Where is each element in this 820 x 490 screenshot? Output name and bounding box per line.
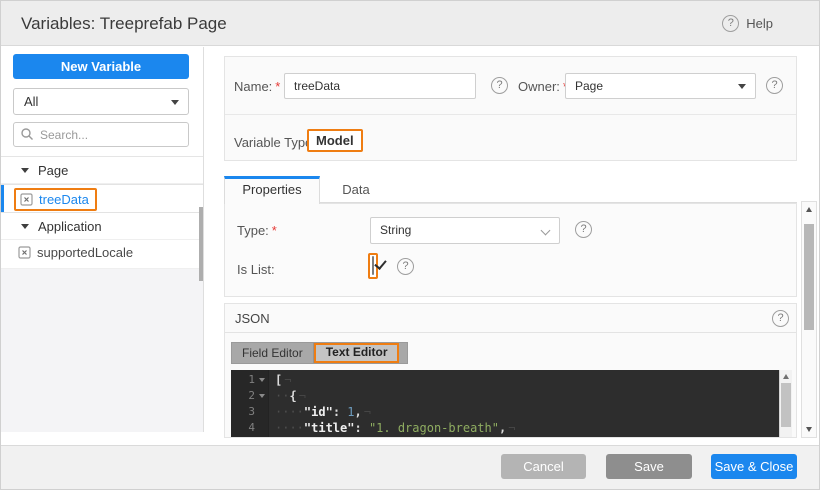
tree-group-label: Application xyxy=(38,213,102,240)
form-divider xyxy=(225,114,796,115)
variable-filter-value: All xyxy=(24,94,38,109)
variables-dialog: Variables: Treeprefab Page Help New Vari… xyxy=(0,0,820,490)
fold-arrow-icon[interactable] xyxy=(259,378,265,382)
variable-type-label: Variable Type: xyxy=(234,135,316,150)
collapse-triangle-icon xyxy=(21,168,29,173)
is-list-checkbox[interactable] xyxy=(368,253,378,279)
type-dropdown[interactable]: String xyxy=(370,217,560,244)
fold-arrow-icon[interactable] xyxy=(259,394,265,398)
dialog-header: Variables: Treeprefab Page Help xyxy=(1,1,820,46)
search-icon xyxy=(20,127,34,141)
line-number: 4 xyxy=(231,420,255,436)
new-variable-button[interactable]: New Variable xyxy=(13,54,189,79)
required-marker: * xyxy=(272,79,280,94)
type-label: Type:* xyxy=(237,223,277,238)
chevron-down-icon xyxy=(171,100,179,105)
owner-dropdown[interactable]: Page xyxy=(565,73,756,99)
is-list-help-icon[interactable] xyxy=(397,258,414,275)
variable-icon xyxy=(18,246,31,259)
save-and-close-button[interactable]: Save & Close xyxy=(711,454,797,479)
code-line: 1 [ xyxy=(231,372,792,388)
variable-form: Name:* Owner:* Page Variable Type: Model xyxy=(224,56,797,161)
dialog-footer: Cancel Save Save & Close xyxy=(1,445,820,490)
tree-group-application[interactable]: Application xyxy=(1,213,203,240)
tab-properties[interactable]: Properties xyxy=(224,176,320,204)
name-label: Name:* xyxy=(234,79,280,94)
variable-icon xyxy=(20,193,33,206)
variables-sidebar: New Variable All Page xyxy=(1,47,204,432)
cancel-button[interactable]: Cancel xyxy=(501,454,586,479)
tab-data[interactable]: Data xyxy=(320,176,392,203)
editor-scrollbar[interactable] xyxy=(779,370,792,438)
properties-panel: Type:* String Is List: xyxy=(224,203,797,297)
search-input[interactable] xyxy=(13,122,189,147)
json-help-icon[interactable] xyxy=(772,310,789,327)
code-line: 2 ··{ xyxy=(231,388,792,404)
variable-filter-dropdown[interactable]: All xyxy=(13,88,189,115)
checkbox-check-icon xyxy=(372,256,374,275)
is-list-label: Is List: xyxy=(237,262,275,277)
code-line: 4 ····"title": "1. dragon-breath", xyxy=(231,420,792,436)
tree-item-supportedlocale[interactable]: supportedLocale xyxy=(1,240,203,269)
type-value: String xyxy=(380,223,411,237)
chevron-down-icon xyxy=(738,84,746,89)
scroll-up-icon[interactable] xyxy=(783,374,789,379)
json-title: JSON xyxy=(235,304,270,333)
line-number: 1 xyxy=(231,372,255,388)
tree-group-label: Page xyxy=(38,157,68,184)
tree-item-label: supportedLocale xyxy=(37,245,133,260)
tree-group-page[interactable]: Page xyxy=(1,157,203,184)
help-icon xyxy=(722,15,739,32)
help-label: Help xyxy=(746,16,773,31)
sidebar-empty-area xyxy=(1,269,203,432)
required-marker: * xyxy=(269,223,277,238)
search-box xyxy=(13,122,189,147)
editor-scrollbar-thumb[interactable] xyxy=(781,383,791,427)
save-button[interactable]: Save xyxy=(606,454,692,479)
variables-tree: Page treeData Application xyxy=(1,156,203,269)
chevron-down-icon xyxy=(541,226,551,236)
collapse-triangle-icon xyxy=(21,224,29,229)
detail-tabs: Properties Data xyxy=(224,176,797,203)
editor-mode-toggle: Field Editor Text Editor xyxy=(231,342,408,364)
owner-label: Owner:* xyxy=(518,79,568,94)
text-editor-button[interactable]: Text Editor xyxy=(314,343,400,363)
page-title: Variables: Treeprefab Page xyxy=(21,1,227,46)
type-help-icon[interactable] xyxy=(575,221,592,238)
main-scrollbar[interactable] xyxy=(801,201,817,438)
json-header: JSON xyxy=(225,304,796,333)
tree-item-label: treeData xyxy=(39,192,89,207)
sidebar-scrollbar-thumb[interactable] xyxy=(199,207,203,281)
scroll-down-icon[interactable] xyxy=(806,427,812,432)
main-scrollbar-thumb[interactable] xyxy=(804,224,814,330)
name-input[interactable] xyxy=(284,73,476,99)
scroll-up-icon[interactable] xyxy=(806,207,812,212)
line-number: 2 xyxy=(231,388,255,404)
tree-item-treedata[interactable]: treeData xyxy=(1,184,203,213)
json-section: JSON Field Editor Text Editor 1 [ 2 ··{ … xyxy=(224,303,797,438)
owner-value: Page xyxy=(575,79,603,93)
field-editor-button[interactable]: Field Editor xyxy=(232,343,314,363)
name-help-icon[interactable] xyxy=(491,77,508,94)
json-code-editor[interactable]: 1 [ 2 ··{ 3 ····"id": 1, 4 ····"title": … xyxy=(231,370,792,438)
variable-type-value: Model xyxy=(307,129,363,152)
line-number: 3 xyxy=(231,404,255,420)
owner-help-icon[interactable] xyxy=(766,77,783,94)
code-line: 3 ····"id": 1, xyxy=(231,404,792,420)
help-button[interactable]: Help xyxy=(722,1,773,46)
